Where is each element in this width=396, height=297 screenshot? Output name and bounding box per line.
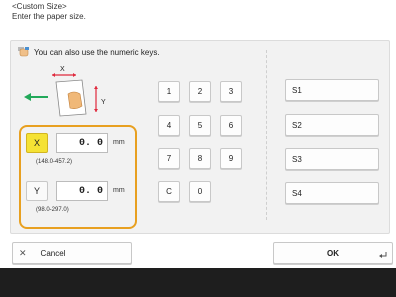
stored-size-s2-button[interactable]: S2 (285, 114, 379, 136)
paper-size-diagram: X Y (24, 66, 106, 117)
page-title: <Custom Size> (12, 2, 67, 11)
close-icon: ✕ (19, 247, 27, 258)
x-field-label[interactable]: X (26, 133, 48, 153)
y-range: (98.0-297.0) (36, 207, 69, 213)
cancel-label: Cancel (40, 248, 66, 258)
hand-keypad-icon (18, 47, 29, 57)
x-unit: mm (113, 139, 125, 146)
diagram-x-label: X (60, 66, 65, 73)
ok-button[interactable]: OK (273, 242, 393, 264)
y-value-field[interactable]: 0. 0 (56, 181, 108, 201)
y-unit: mm (113, 187, 125, 194)
cancel-button[interactable]: ✕ Cancel (12, 242, 132, 264)
key-5[interactable]: 5 (189, 115, 211, 136)
x-value-field[interactable]: 0. 0 (56, 133, 108, 153)
enter-icon (379, 252, 387, 258)
hint-text: You can also use the numeric keys. (34, 47, 160, 57)
key-9[interactable]: 9 (220, 148, 242, 169)
ok-label: OK (327, 248, 339, 258)
stored-size-s3-button[interactable]: S3 (285, 148, 379, 170)
key-4[interactable]: 4 (158, 115, 180, 136)
key-3[interactable]: 3 (220, 81, 242, 102)
status-bar (0, 268, 396, 297)
hand-icon (67, 91, 83, 109)
key-clear[interactable]: C (158, 181, 180, 202)
key-8[interactable]: 8 (189, 148, 211, 169)
section-divider (266, 50, 267, 220)
key-6[interactable]: 6 (220, 115, 242, 136)
stored-size-s4-button[interactable]: S4 (285, 182, 379, 204)
diagram-y-label: Y (101, 99, 106, 106)
key-0[interactable]: 0 (189, 181, 211, 202)
stored-size-s1-button[interactable]: S1 (285, 79, 379, 101)
key-7[interactable]: 7 (158, 148, 180, 169)
hint-row: You can also use the numeric keys. (18, 47, 160, 57)
x-range: (148.0-457.2) (36, 159, 73, 165)
page-subtitle: Enter the paper size. (12, 12, 86, 21)
key-1[interactable]: 1 (158, 81, 180, 102)
key-2[interactable]: 2 (189, 81, 211, 102)
y-field-label[interactable]: Y (26, 181, 48, 201)
